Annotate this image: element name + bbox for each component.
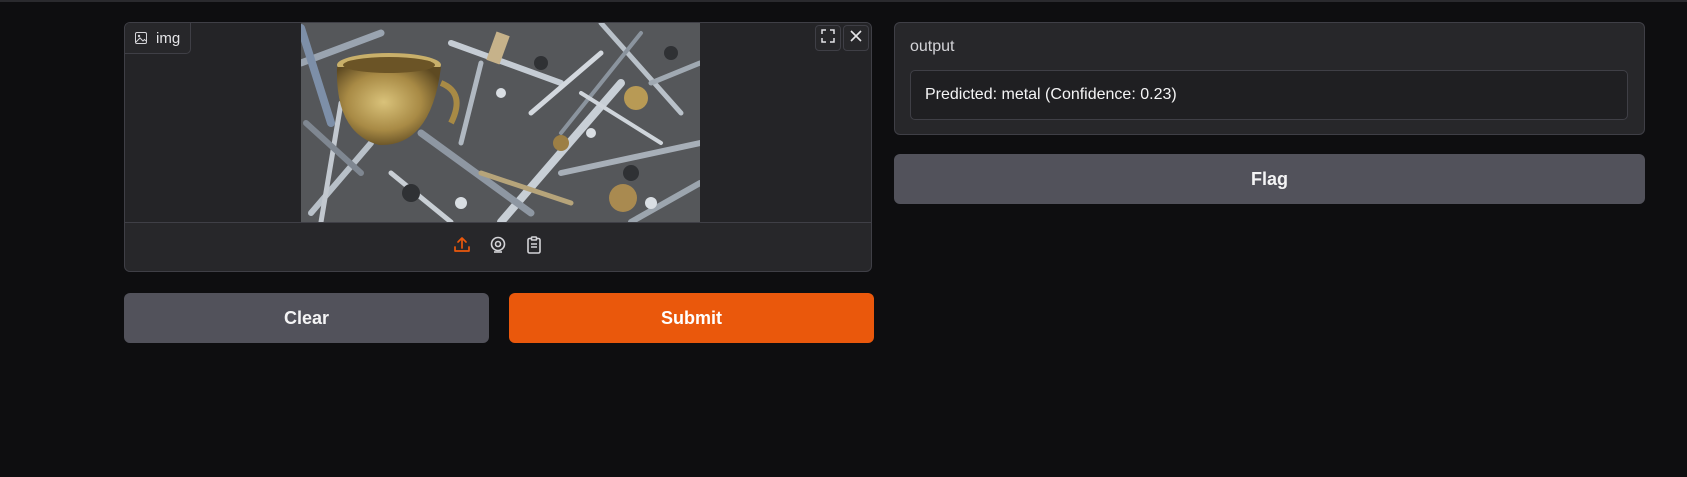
output-label: output [910,38,955,55]
image-icon [135,32,147,44]
fullscreen-icon [821,28,835,48]
clear-image-button[interactable] [843,25,869,51]
top-divider [0,0,1687,2]
uploaded-image [301,23,700,222]
image-corner-controls [815,25,869,51]
image-source-toolbar [125,222,871,271]
image-input-panel: img [124,22,872,272]
output-value: Predicted: metal (Confidence: 0.23) [925,86,1177,103]
output-panel: output Predicted: metal (Confidence: 0.2… [894,22,1645,135]
image-input-label-text: img [156,29,181,47]
upload-icon [452,235,472,260]
image-input-label: img [125,23,192,54]
image-preview-area [125,23,871,222]
submit-button[interactable]: Submit [509,293,874,343]
clear-button[interactable]: Clear [124,293,489,343]
output-textbox[interactable]: Predicted: metal (Confidence: 0.23) [910,70,1628,120]
webcam-icon [488,235,508,260]
upload-source-button[interactable] [450,235,474,259]
flag-button[interactable]: Flag [894,154,1645,204]
close-icon [849,29,863,48]
webcam-source-button[interactable] [486,235,510,259]
fullscreen-button[interactable] [815,25,841,51]
clipboard-source-button[interactable] [522,235,546,259]
clipboard-icon [524,235,544,260]
